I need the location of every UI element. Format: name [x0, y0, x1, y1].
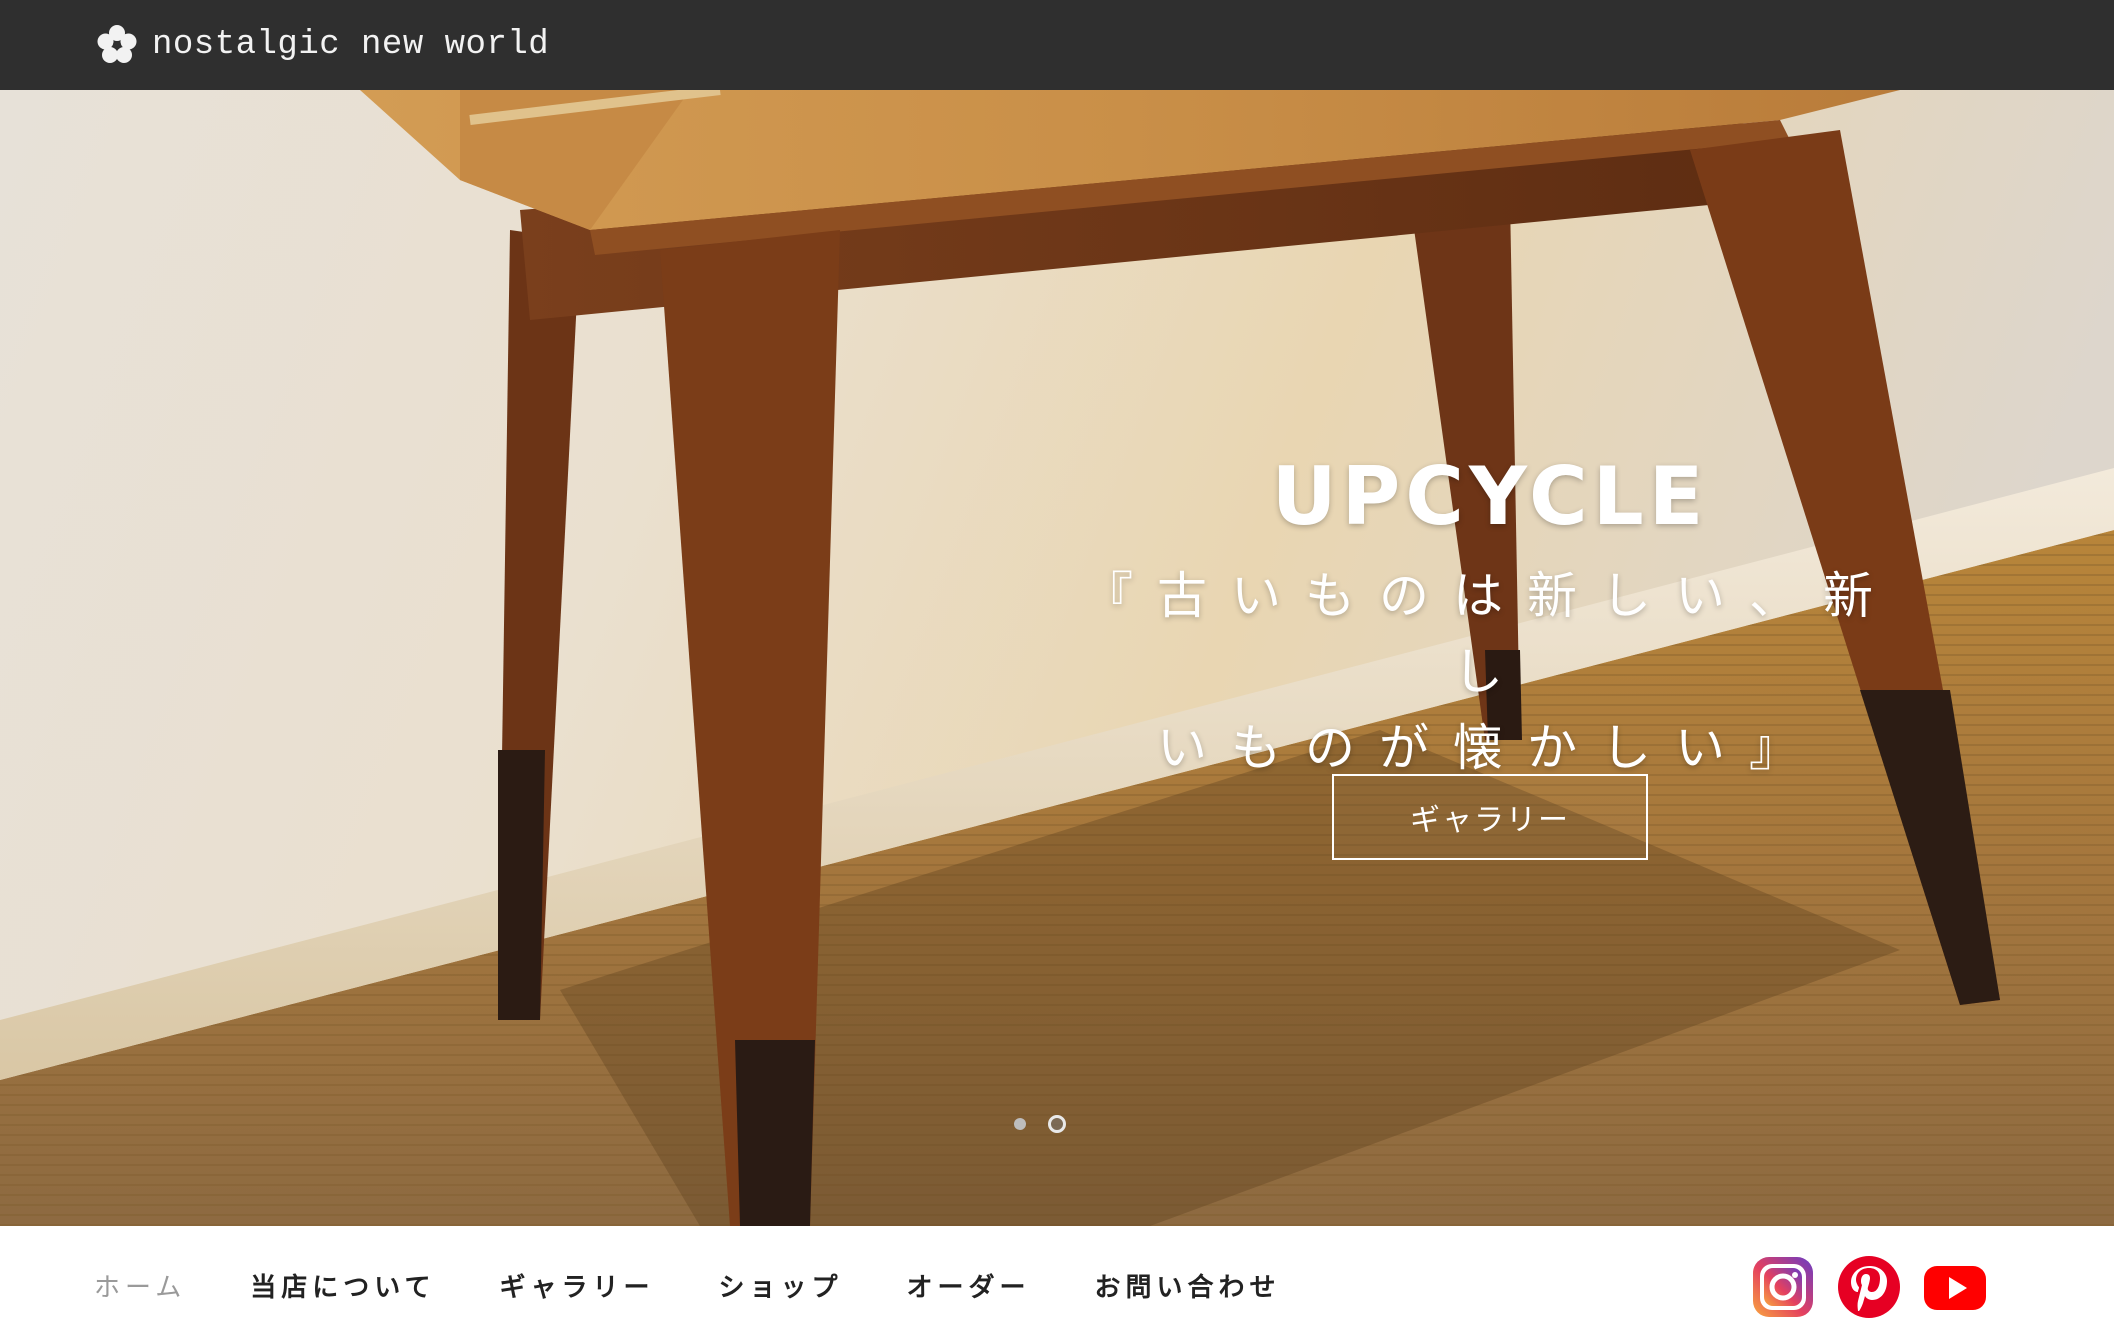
brand-name: nostalgic new world: [152, 26, 550, 64]
slide-dot-2[interactable]: [1048, 1115, 1066, 1133]
gallery-button[interactable]: ギャラリー: [1332, 774, 1648, 860]
flower-logo-icon: [97, 25, 137, 63]
nav-item-about[interactable]: 当店について: [250, 1267, 435, 1304]
hero-subtitle-line-1: 『古いものは新しい、新し: [1083, 567, 1897, 701]
top-bar: nostalgic new world: [0, 0, 2114, 90]
nav-item-contact[interactable]: お問い合わせ: [1095, 1267, 1281, 1304]
hero-subtitle: 『古いものは新しい、新し いものが懐かしい』: [1080, 558, 1900, 786]
nav-item-shop[interactable]: ショップ: [718, 1267, 842, 1304]
nav-item-gallery[interactable]: ギャラリー: [499, 1267, 654, 1304]
hero-slider: UPCYCLE 『古いものは新しい、新し いものが懐かしい』 ギャラリー: [0, 90, 2114, 1226]
slide-dot-1[interactable]: [1014, 1118, 1026, 1130]
nav-item-order[interactable]: オーダー: [907, 1267, 1031, 1304]
social-links: [1750, 1254, 2008, 1320]
pinterest-icon[interactable]: [1836, 1254, 1902, 1320]
instagram-icon[interactable]: [1750, 1254, 1816, 1320]
hero-title: UPCYCLE: [1271, 450, 1709, 543]
main-navigation: ホーム 当店について ギャラリー ショップ オーダー お問い合わせ: [0, 1226, 2114, 1344]
slider-pagination: [1014, 1115, 1088, 1133]
brand-link[interactable]: nostalgic new world: [96, 22, 549, 68]
nav-item-home[interactable]: ホーム: [94, 1267, 186, 1304]
nav-menu: ホーム 当店について ギャラリー ショップ オーダー お問い合わせ: [94, 1226, 1345, 1344]
youtube-icon[interactable]: [1922, 1254, 1988, 1320]
